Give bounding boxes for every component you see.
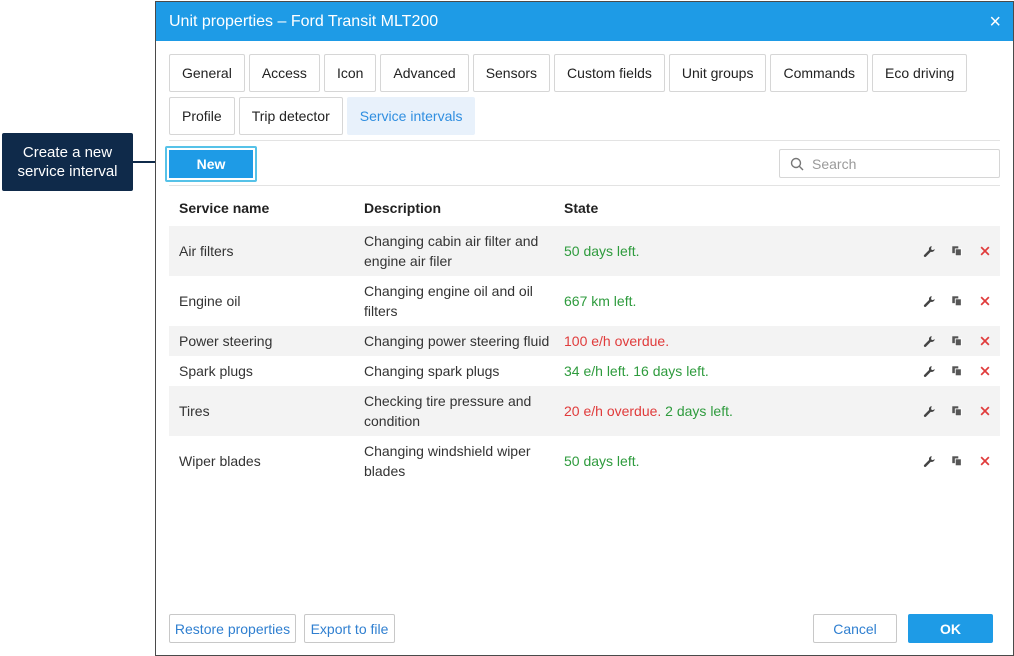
cell-description: Changing power steering fluid	[364, 333, 550, 349]
search-box[interactable]	[779, 149, 1000, 178]
cell-description: Changing cabin air filter and engine air…	[364, 233, 539, 269]
state-text: 2 days left.	[661, 403, 733, 419]
new-button-highlight: New	[165, 146, 257, 182]
delete-icon[interactable]	[978, 294, 992, 308]
tab-row-1: General Access Icon Advanced Sensors Custom f…	[169, 54, 999, 92]
row-actions	[910, 364, 1000, 378]
table-row[interactable]: Engine oil Changing engine oil and oil fi…	[169, 276, 1000, 326]
state-text: 50 days left.	[564, 453, 640, 469]
restore-properties-button[interactable]: Restore properties	[169, 614, 296, 643]
wrench-icon[interactable]	[922, 244, 936, 258]
copy-icon[interactable]	[950, 334, 964, 348]
table-row[interactable]: Power steering Changing power steering fl…	[169, 326, 1000, 356]
delete-icon[interactable]	[978, 404, 992, 418]
copy-icon[interactable]	[950, 294, 964, 308]
state-text: 34 e/h left. 16 days left.	[564, 363, 709, 379]
wrench-icon[interactable]	[922, 294, 936, 308]
tab-bar: General Access Icon Advanced Sensors Custom f…	[169, 54, 999, 140]
table-header: Service name Description State	[169, 190, 1000, 226]
tab-general[interactable]: General	[169, 54, 245, 92]
tab-service-intervals[interactable]: Service intervals	[346, 97, 476, 135]
row-actions	[910, 334, 1000, 348]
delete-icon[interactable]	[978, 364, 992, 378]
ok-button[interactable]: OK	[908, 614, 993, 643]
tab-sensors[interactable]: Sensors	[472, 54, 551, 92]
cell-state: 34 e/h left. 16 days left.	[564, 363, 910, 379]
dialog-titlebar: Unit properties – Ford Transit MLT200 ×	[156, 2, 1013, 41]
copy-icon[interactable]	[950, 364, 964, 378]
state-text: 50 days left.	[564, 243, 640, 259]
wrench-icon[interactable]	[922, 454, 936, 468]
cell-service-name: Wiper blades	[179, 453, 261, 469]
tab-eco-driving[interactable]: Eco driving	[872, 54, 968, 92]
wrench-icon[interactable]	[922, 364, 936, 378]
cell-description: Changing spark plugs	[364, 363, 500, 379]
cell-service-name: Engine oil	[179, 293, 241, 309]
delete-icon[interactable]	[978, 334, 992, 348]
dialog-title: Unit properties – Ford Transit MLT200	[169, 12, 439, 30]
header-description[interactable]: Description	[364, 198, 564, 218]
callout-line-2: service interval	[17, 163, 118, 180]
tab-access[interactable]: Access	[248, 54, 320, 92]
table-row[interactable]: Spark plugs Changing spark plugs 34 e/h le…	[169, 356, 1000, 386]
unit-properties-dialog: Unit properties – Ford Transit MLT200 × …	[155, 1, 1014, 656]
cancel-button[interactable]: Cancel	[813, 614, 897, 643]
cell-description: Changing windshield wiper blades	[364, 443, 531, 479]
cell-state: 100 e/h overdue.	[564, 333, 910, 349]
cell-state: 50 days left.	[564, 453, 910, 469]
service-intervals-table: Service name Description State Air filte…	[169, 190, 1000, 486]
state-text: 20 e/h overdue.	[564, 403, 662, 419]
toolbar-divider	[169, 185, 1000, 186]
wrench-icon[interactable]	[922, 404, 936, 418]
delete-icon[interactable]	[978, 454, 992, 468]
callout-new-interval: Create a new service interval	[2, 133, 133, 191]
cell-state: 20 e/h overdue. 2 days left.	[564, 403, 910, 419]
state-text: 667 km left.	[564, 293, 637, 309]
callout-line-1: Create a new	[22, 144, 113, 161]
tab-profile[interactable]: Profile	[169, 97, 235, 135]
table-row[interactable]: Tires Checking tire pressure and conditio…	[169, 386, 1000, 436]
close-icon[interactable]: ×	[989, 12, 1001, 32]
tab-custom-fields[interactable]: Custom fields	[554, 54, 665, 92]
row-actions	[910, 294, 1000, 308]
tab-advanced[interactable]: Advanced	[380, 54, 469, 92]
tab-trip-detector[interactable]: Trip detector	[238, 97, 343, 135]
export-to-file-button[interactable]: Export to file	[304, 614, 395, 643]
wrench-icon[interactable]	[922, 334, 936, 348]
cell-service-name: Tires	[179, 403, 210, 419]
cell-description: Changing engine oil and oil filters	[364, 283, 533, 319]
row-actions	[910, 244, 1000, 258]
cell-service-name: Air filters	[179, 243, 234, 259]
table-row[interactable]: Air filters Changing cabin air filter and…	[169, 226, 1000, 276]
row-actions	[910, 404, 1000, 418]
table-row[interactable]: Wiper blades Changing windshield wiper bl…	[169, 436, 1000, 486]
row-actions	[910, 454, 1000, 468]
cell-state: 50 days left.	[564, 243, 910, 259]
state-text: 100 e/h overdue.	[564, 333, 670, 349]
cell-description: Checking tire pressure and condition	[364, 393, 532, 429]
copy-icon[interactable]	[950, 404, 964, 418]
cell-service-name: Power steering	[179, 333, 273, 349]
search-input[interactable]	[812, 155, 992, 172]
copy-icon[interactable]	[950, 454, 964, 468]
cell-service-name: Spark plugs	[179, 363, 253, 379]
tab-row-2: Profile Trip detector Service intervals	[169, 97, 999, 135]
copy-icon[interactable]	[950, 244, 964, 258]
header-service-name[interactable]: Service name	[169, 200, 364, 216]
tabs-divider	[169, 140, 1000, 141]
table-body: Air filters Changing cabin air filter and…	[169, 226, 1000, 486]
search-icon	[790, 157, 804, 170]
tab-unit-groups[interactable]: Unit groups	[668, 54, 767, 92]
tab-commands[interactable]: Commands	[770, 54, 869, 92]
header-state[interactable]: State	[564, 200, 1000, 216]
tab-icon[interactable]: Icon	[323, 54, 377, 92]
new-button[interactable]: New	[169, 150, 253, 178]
cell-state: 667 km left.	[564, 293, 910, 309]
delete-icon[interactable]	[978, 244, 992, 258]
